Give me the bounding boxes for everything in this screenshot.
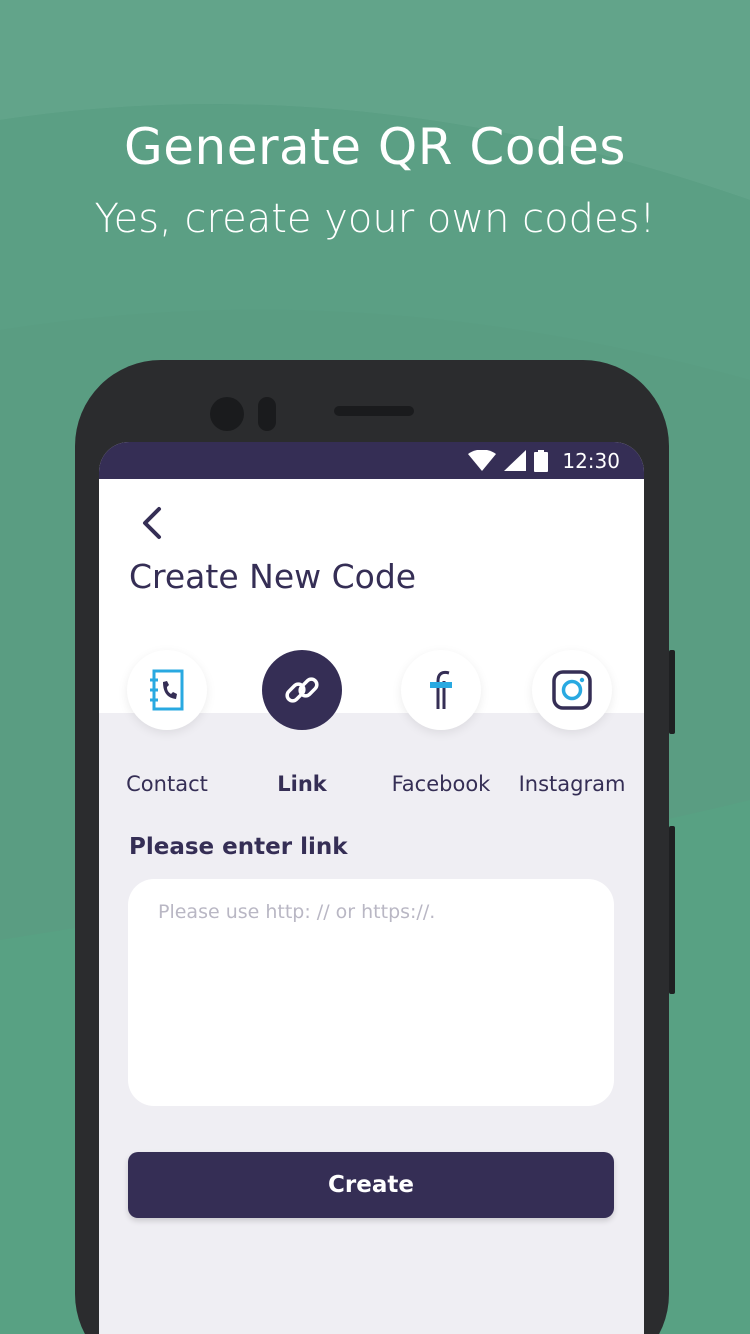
app-screen: 12:30 Create New Code Contact Link Faceb… — [99, 442, 644, 1334]
type-label: Instagram — [518, 772, 626, 796]
link-input[interactable] — [128, 879, 614, 1106]
type-link[interactable]: Link — [242, 650, 362, 796]
type-instagram-circle[interactable] — [532, 650, 612, 730]
type-link-circle[interactable] — [262, 650, 342, 730]
status-bar: 12:30 — [99, 442, 644, 479]
type-facebook-circle[interactable] — [401, 650, 481, 730]
phone-side-button — [669, 650, 675, 734]
type-label: Contact — [126, 772, 208, 796]
phone-sensor — [258, 397, 276, 431]
type-label: Facebook — [391, 772, 491, 796]
contact-book-icon — [150, 669, 184, 711]
create-button[interactable]: Create — [128, 1152, 614, 1218]
wifi-icon — [468, 450, 497, 471]
phone-camera — [210, 397, 244, 431]
facebook-icon — [430, 670, 452, 709]
cellular-signal-icon — [504, 450, 527, 471]
chevron-left-icon[interactable] — [137, 506, 167, 540]
promo-title: Generate QR Codes — [124, 118, 626, 176]
type-contact[interactable]: Contact — [107, 650, 227, 796]
instagram-icon — [552, 670, 592, 710]
status-time: 12:30 — [562, 449, 620, 473]
link-icon — [285, 677, 319, 703]
type-contact-circle[interactable] — [127, 650, 207, 730]
type-label: Link — [277, 772, 327, 796]
phone-speaker — [334, 406, 414, 416]
link-field-label: Please enter link — [129, 834, 348, 860]
page-title: Create New Code — [129, 557, 417, 596]
promo-subtitle: Yes, create your own codes! — [94, 196, 656, 242]
type-instagram[interactable]: Instagram — [512, 650, 632, 796]
type-facebook[interactable]: Facebook — [381, 650, 501, 796]
phone-side-button — [669, 826, 675, 994]
battery-icon — [534, 450, 549, 472]
